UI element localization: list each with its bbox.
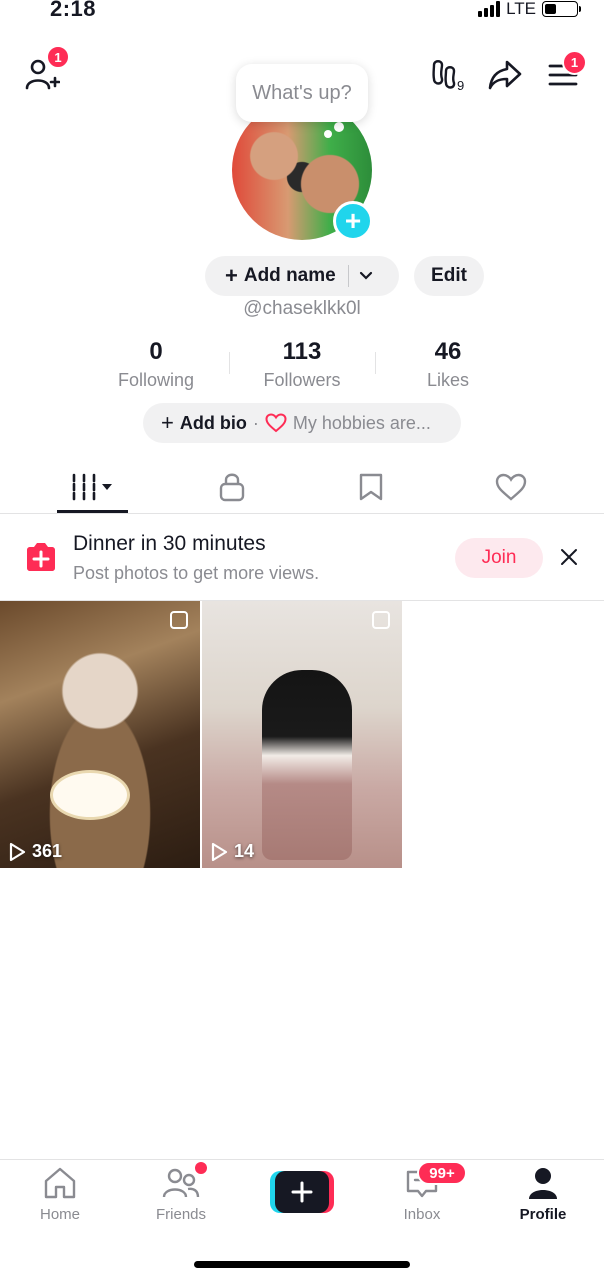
share-icon: [488, 60, 522, 90]
friends-notification-dot: [195, 1162, 207, 1174]
bio-placeholder: My hobbies are...: [292, 412, 431, 433]
nav-label: Friends: [155, 1206, 207, 1223]
status-time: 2:18: [50, 0, 97, 21]
chevron-down-icon[interactable]: [359, 268, 373, 284]
plus-icon: +: [344, 205, 362, 236]
home-indicator: [194, 1261, 410, 1268]
play-icon: [9, 842, 26, 861]
divider: [229, 352, 230, 374]
nav-label: Home: [39, 1206, 80, 1223]
heart-icon: [265, 413, 287, 433]
nav-home[interactable]: Home: [10, 1166, 110, 1223]
network-label: LTE: [506, 0, 536, 18]
profile-icon: [529, 1168, 557, 1199]
add-name-label: Add name: [243, 265, 336, 286]
banner-title: Dinner in 30 minutes: [73, 532, 266, 555]
bio-separator: ·: [252, 412, 259, 433]
person-image: [262, 670, 352, 860]
nav-label: Inbox: [403, 1206, 441, 1223]
status-indicators: LTE: [478, 0, 581, 18]
divider: [0, 1159, 604, 1160]
plus-icon: [291, 1181, 313, 1203]
nav-label: Profile: [519, 1206, 567, 1223]
select-checkbox[interactable]: [372, 611, 390, 629]
friends-notification-badge: 1: [46, 45, 70, 69]
heart-icon: [495, 473, 527, 501]
stat-label: Followers: [263, 370, 341, 390]
stat-value: 113: [282, 338, 322, 365]
close-banner-button[interactable]: [556, 544, 582, 570]
stat-followers[interactable]: 113 Followers: [232, 338, 372, 391]
add-bio-label: Add bio: [179, 412, 247, 433]
bookmark-icon: [359, 473, 383, 501]
join-button[interactable]: Join: [455, 538, 543, 578]
bubble-tail: [334, 122, 344, 132]
view-count: 361: [8, 841, 62, 862]
divider: [347, 265, 349, 287]
close-icon: [561, 549, 577, 565]
plus-icon: +: [161, 410, 174, 435]
cake-image: [50, 770, 130, 820]
svg-text:9: 9: [457, 78, 464, 91]
view-count: 14: [210, 841, 254, 862]
video-thumbnail[interactable]: 361: [0, 601, 200, 868]
add-name-button[interactable]: + Add name: [205, 256, 399, 296]
tab-videos[interactable]: [44, 462, 144, 512]
tab-liked[interactable]: [461, 462, 561, 512]
stat-value: 0: [149, 338, 163, 365]
share-profile-button[interactable]: [486, 58, 524, 92]
divider: [375, 352, 376, 374]
camera-icon: [24, 541, 58, 573]
select-checkbox[interactable]: [170, 611, 188, 629]
stat-label: Following: [117, 370, 195, 390]
edit-profile-button[interactable]: Edit: [414, 256, 484, 296]
battery-icon: [542, 1, 581, 17]
add-bio-button[interactable]: + Add bio · My hobbies are...: [143, 403, 461, 443]
tab-saved[interactable]: [321, 462, 421, 512]
username-handle: @chaseklkk0l: [243, 298, 361, 319]
stat-following[interactable]: 0 Following: [86, 338, 226, 391]
view-count-value: 14: [234, 841, 255, 861]
stat-label: Likes: [426, 370, 470, 390]
nav-profile[interactable]: Profile: [493, 1166, 593, 1223]
status-bubble[interactable]: What's up?: [236, 64, 368, 122]
divider: [0, 513, 604, 514]
add-story-button[interactable]: +: [333, 201, 373, 241]
lock-icon: [219, 473, 245, 502]
create-button-face: [275, 1171, 329, 1213]
footprint-button[interactable]: 9: [430, 58, 470, 92]
nav-friends[interactable]: Friends: [131, 1166, 231, 1223]
play-icon: [211, 842, 228, 861]
signal-icon: [478, 1, 501, 17]
view-count-value: 361: [32, 841, 63, 861]
footprint-icon: 9: [432, 60, 464, 91]
create-button[interactable]: [270, 1171, 334, 1213]
banner-subtitle: Post photos to get more views.: [73, 563, 320, 583]
bubble-tail-small: [324, 130, 332, 138]
inbox-notification-badge: 99+: [417, 1161, 467, 1185]
tab-private[interactable]: [182, 462, 282, 512]
menu-notification-badge: 1: [562, 50, 587, 75]
stat-likes[interactable]: 46 Likes: [378, 338, 518, 391]
home-icon: [44, 1167, 76, 1199]
stat-value: 46: [434, 338, 462, 365]
plus-icon: +: [225, 263, 238, 288]
videos-grid-icon: [72, 473, 112, 501]
